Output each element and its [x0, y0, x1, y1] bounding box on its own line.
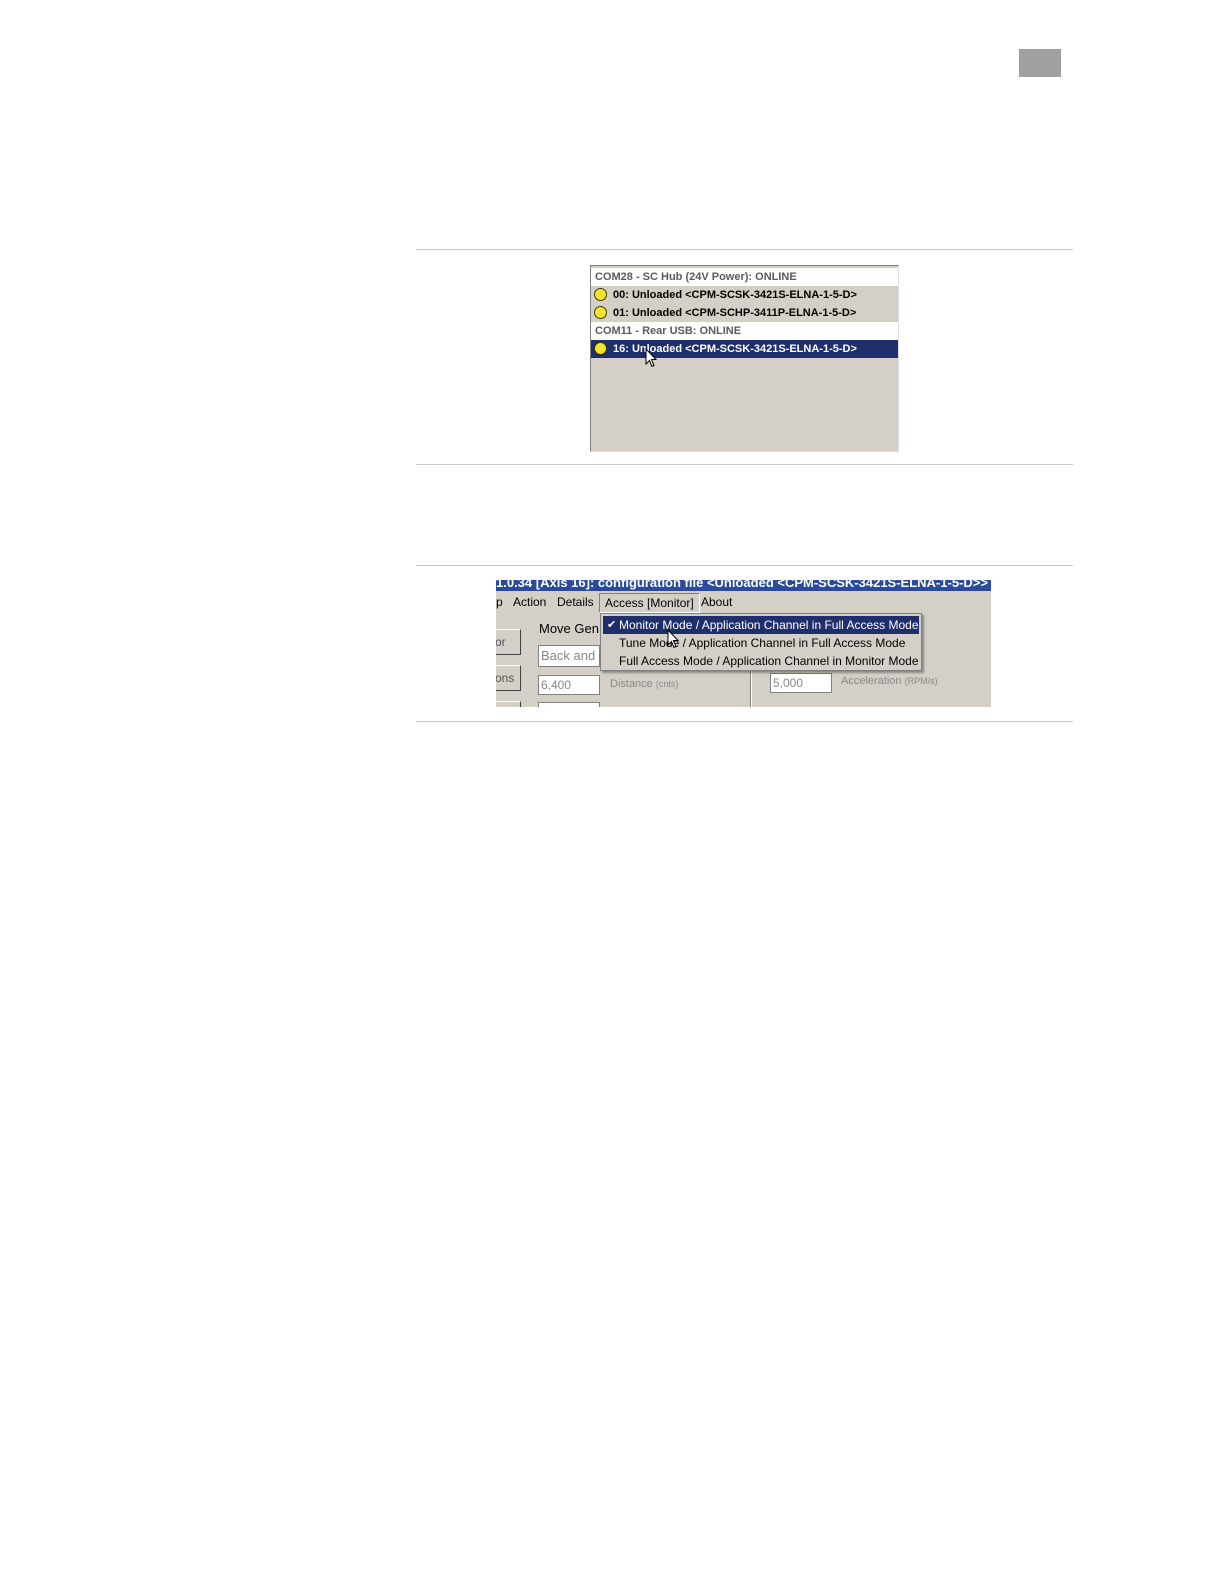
menu-item-label: Monitor Mode / Application Channel in Fu…	[619, 618, 919, 632]
figure-rule-top-1	[416, 249, 1073, 250]
menu-item-full-access-mode[interactable]: Full Access Mode / Application Channel i…	[603, 652, 919, 670]
menu-action[interactable]: Action	[513, 595, 546, 609]
port-label: COM11 - Rear USB: ONLINE	[595, 325, 742, 337]
status-led-icon	[594, 342, 607, 355]
acceleration-label: Acceleration (RPM/s)	[841, 675, 938, 687]
port-label: COM28 - SC Hub (24V Power): ONLINE	[595, 271, 797, 283]
distance-label: Distance (cnts)	[610, 678, 679, 690]
window-title: 1.0.34 [Axis 16]: configuration file <Un…	[496, 580, 991, 590]
mouse-pointer-icon	[667, 629, 679, 649]
checkmark-icon: ✔	[607, 619, 617, 631]
port-row-com28[interactable]: COM28 - SC Hub (24V Power): ONLINE	[591, 268, 898, 286]
window-title-bar: 1.0.34 [Axis 16]: configuration file <Un…	[496, 580, 991, 591]
left-button-partial-3[interactable]	[496, 701, 521, 707]
node-row-16-selected[interactable]: 16: Unloaded <CPM-SCSK-3421S-ELNA-1-5-D>	[591, 340, 898, 358]
menu-item-label: Full Access Mode / Application Channel i…	[619, 654, 919, 668]
group-divider	[750, 670, 752, 707]
node-label: 01: Unloaded <CPM-SCHP-3411P-ELNA-1-5-D>	[613, 307, 857, 319]
left-button-partial-1[interactable]: or	[496, 629, 521, 655]
menu-access-open[interactable]: Access [Monitor]	[599, 593, 700, 613]
move-type-select[interactable]: Back and	[538, 645, 600, 667]
menu-help-fragment[interactable]: p	[496, 595, 503, 609]
figure-rule-bottom-1	[416, 464, 1073, 465]
acceleration-input[interactable]: 5,000	[770, 673, 832, 693]
node-label: 00: Unloaded <CPM-SCSK-3421S-ELNA-1-5-D>	[613, 289, 857, 301]
port-row-com11[interactable]: COM11 - Rear USB: ONLINE	[591, 322, 898, 340]
menu-item-label: Tune Mode / Application Channel in Full …	[619, 636, 906, 650]
node-row-00[interactable]: 00: Unloaded <CPM-SCSK-3421S-ELNA-1-5-D>	[591, 286, 898, 304]
menu-bar: p Action Details Access [Monitor] About	[496, 591, 991, 613]
figure-rule-top-2	[416, 565, 1073, 566]
mouse-pointer-icon	[645, 348, 657, 368]
move-generator-group-label: Move Gen	[539, 621, 599, 636]
left-button-partial-2[interactable]: ons	[496, 665, 521, 691]
velocity-input-partial[interactable]	[538, 702, 600, 707]
menu-item-monitor-mode[interactable]: ✔ Monitor Mode / Application Channel in …	[603, 616, 919, 634]
left-button-label: or	[496, 635, 506, 649]
status-led-icon	[594, 306, 607, 319]
node-row-01[interactable]: 01: Unloaded <CPM-SCHP-3411P-ELNA-1-5-D>	[591, 304, 898, 322]
menu-item-tune-mode[interactable]: Tune Mode / Application Channel in Full …	[603, 634, 919, 652]
status-led-icon	[594, 288, 607, 301]
page-tab-marker	[1019, 49, 1061, 77]
distance-input[interactable]: 6,400	[538, 675, 600, 695]
menu-about[interactable]: About	[701, 595, 732, 609]
access-menu-screenshot: 1.0.34 [Axis 16]: configuration file <Un…	[496, 580, 991, 707]
access-dropdown-menu: ✔ Monitor Mode / Application Channel in …	[600, 613, 922, 671]
left-button-label: ons	[496, 671, 515, 685]
node-list-panel[interactable]: COM28 - SC Hub (24V Power): ONLINE 00: U…	[590, 265, 899, 452]
figure-rule-bottom-2	[416, 721, 1073, 722]
menu-details[interactable]: Details	[557, 595, 594, 609]
